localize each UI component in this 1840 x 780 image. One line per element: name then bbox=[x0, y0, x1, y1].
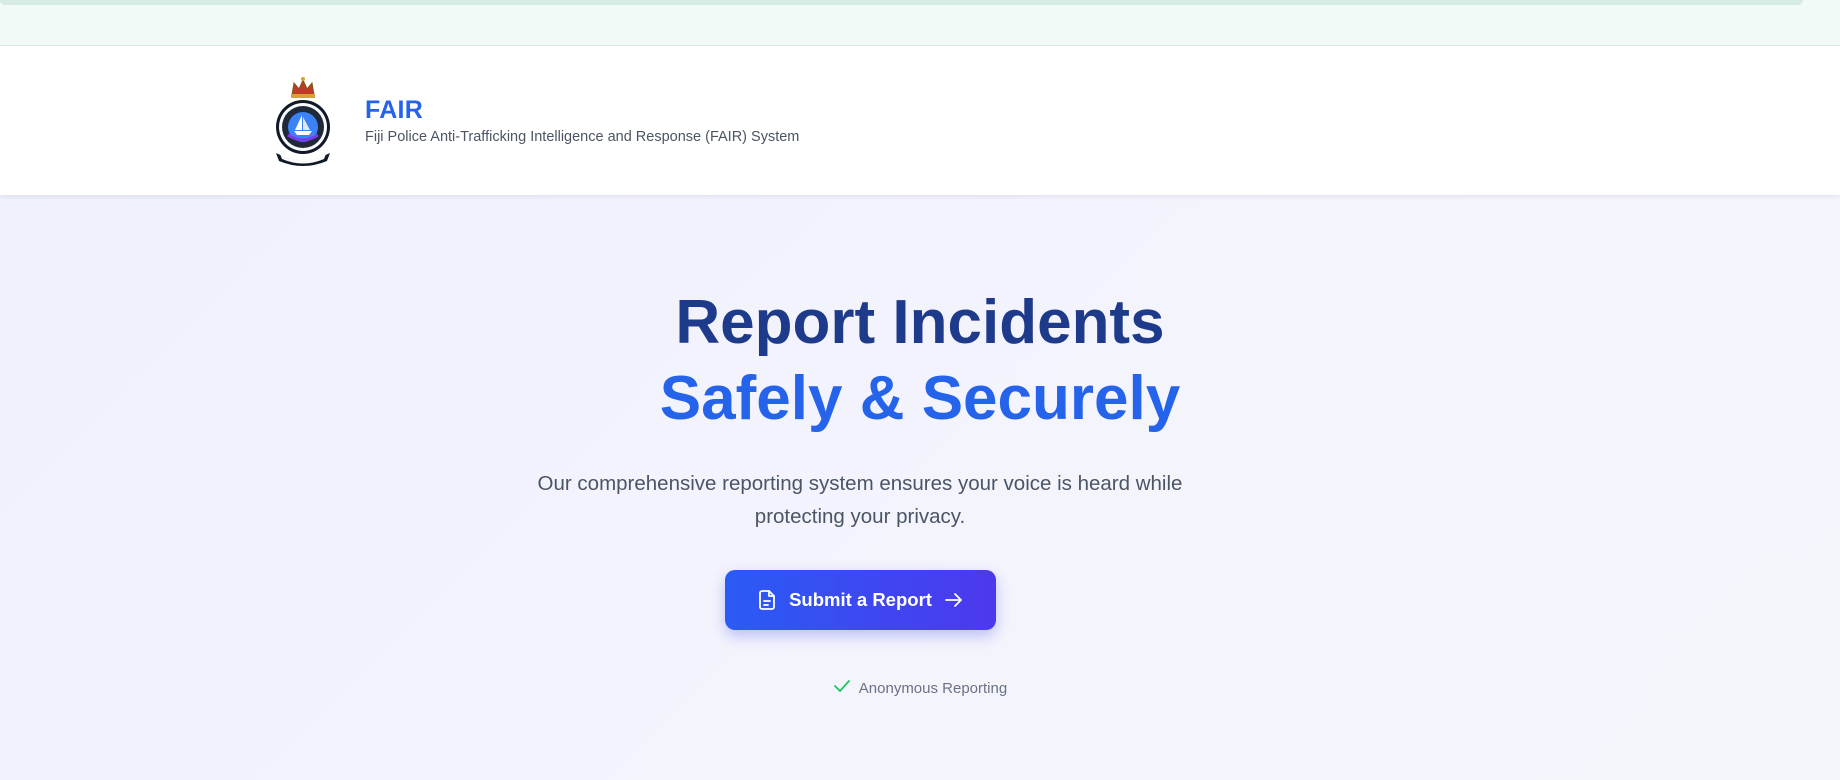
submit-report-button[interactable]: Submit a Report bbox=[725, 570, 996, 630]
anonymous-reporting-feature: Anonymous Reporting bbox=[0, 678, 1840, 698]
top-strip bbox=[0, 0, 1840, 46]
anonymous-reporting-label: Anonymous Reporting bbox=[858, 679, 1008, 697]
hero-heading-line2: Safely & Securely bbox=[659, 364, 1181, 433]
top-progress-bar bbox=[0, 0, 1803, 5]
hero-description: Our comprehensive reporting system ensur… bbox=[537, 472, 1183, 528]
site-header: FAIR Fiji Police Anti-Trafficking Intell… bbox=[0, 46, 1840, 195]
brand-subtitle: Fiji Police Anti-Trafficking Intelligenc… bbox=[365, 129, 800, 145]
arrow-right-icon bbox=[944, 592, 964, 608]
submit-report-label: Submit a Report bbox=[789, 589, 932, 610]
police-crest-icon[interactable] bbox=[270, 75, 336, 167]
hero-section: Report Incidents Safely & Securely Our c… bbox=[0, 195, 1840, 780]
document-icon bbox=[757, 589, 777, 611]
check-icon bbox=[833, 678, 851, 698]
brand-title[interactable]: FAIR bbox=[365, 96, 423, 125]
hero-heading-line1: Report Incidents bbox=[675, 288, 1165, 357]
